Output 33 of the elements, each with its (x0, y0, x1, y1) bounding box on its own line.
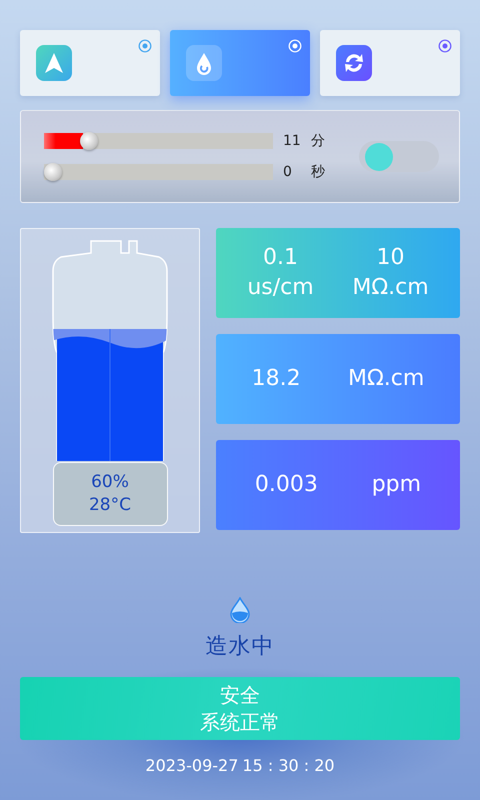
refresh-icon (336, 45, 372, 81)
slider-track[interactable] (44, 163, 273, 181)
time-unit: 分 (311, 132, 325, 150)
time-unit: 秒 (311, 163, 325, 181)
reading-value: 18.2 (252, 365, 301, 393)
slider-thumb[interactable] (44, 163, 62, 181)
toggle-switch[interactable] (359, 141, 439, 172)
level-percent: 60% (91, 471, 129, 494)
system-status: 系统正常 (200, 708, 280, 736)
reading-value: 0.1 (263, 244, 298, 272)
mode-card[interactable] (320, 30, 460, 96)
water-drop-icon (230, 597, 250, 623)
mode-card[interactable] (20, 30, 160, 96)
reading-unit: ppm (372, 471, 422, 499)
radio-icon (138, 39, 152, 53)
status-label: 造水中 (206, 633, 274, 661)
radio-icon (288, 39, 302, 53)
radio-icon (438, 39, 452, 53)
water-drop-icon (186, 45, 222, 81)
reading-unit: MΩ.cm (352, 274, 429, 302)
safety-status: 安全 (220, 682, 260, 708)
mode-card[interactable] (170, 30, 310, 96)
reading-value: 0.003 (254, 471, 318, 499)
reading-unit: us/cm (247, 274, 314, 302)
time: 15 : 30 : 20 (242, 756, 335, 775)
date: 2023-09-27 (145, 756, 238, 775)
temperature: 28°C (88, 494, 131, 517)
time-value: 0 (283, 164, 293, 180)
reading-value: 10 (376, 244, 404, 272)
slider-track[interactable] (44, 132, 273, 150)
slider-thumb[interactable] (80, 132, 98, 150)
reading-unit: MΩ.cm (348, 365, 424, 393)
time-value: 11 (283, 133, 302, 149)
